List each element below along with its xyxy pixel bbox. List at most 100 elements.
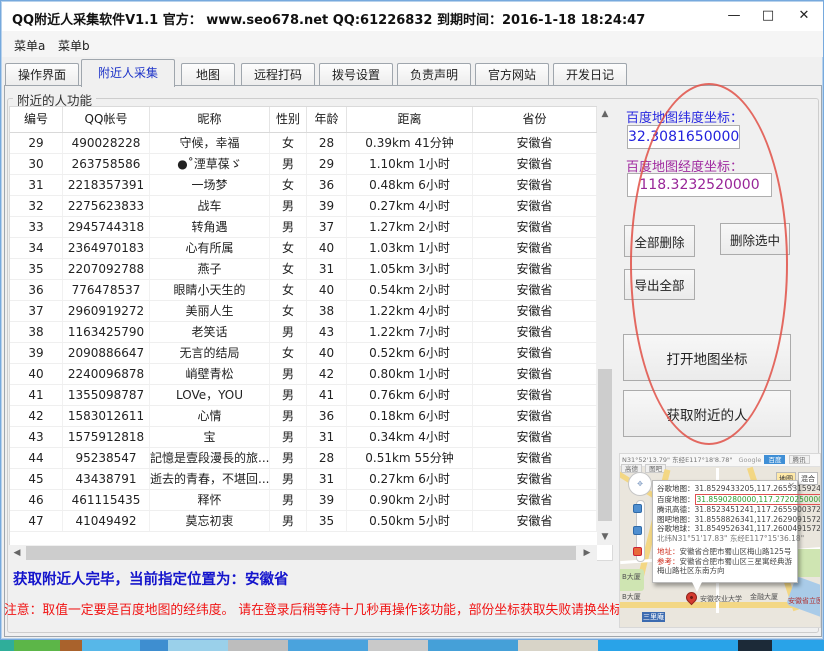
table-cell: 安徽省 <box>473 175 597 195</box>
table-cell: 2207092788 <box>63 259 150 279</box>
tab-remote-captcha[interactable]: 远程打码 <box>241 63 315 86</box>
close-button[interactable]: ✕ <box>790 4 818 28</box>
scroll-right-icon[interactable]: ▶ <box>579 545 595 561</box>
maximize-button[interactable]: □ <box>754 4 782 28</box>
delete-all-button[interactable]: 全部删除 <box>624 225 695 257</box>
table-cell: 女 <box>270 301 307 321</box>
table-cell: 0.18km 6小时 <box>347 406 473 426</box>
table-row[interactable]: 4741049492莫忘初衷男350.50km 5小时安徽省 <box>10 511 612 532</box>
table-row[interactable]: 36776478537眼睛小天生的女400.54km 2小时安徽省 <box>10 280 612 301</box>
tab-official-site[interactable]: 官方网站 <box>475 63 549 86</box>
tab-dev-diary[interactable]: 开发日记 <box>553 63 627 86</box>
table-cell: 0.39km 41分钟 <box>347 133 473 153</box>
minimize-button[interactable]: — <box>720 4 748 28</box>
map-pan-control[interactable]: ✥ <box>628 472 652 496</box>
hscrollbar-thumb[interactable] <box>26 546 576 560</box>
google-logo: Google <box>738 456 761 464</box>
table-cell: 0.51km 55分钟 <box>347 448 473 468</box>
table-row[interactable]: 381163425790老笑话男431.22km 7小时安徽省 <box>10 322 612 343</box>
table-cell: 0.50km 5小时 <box>347 511 473 531</box>
table-row[interactable]: 30263758586●˚湮草葆ゞ男291.10km 1小时安徽省 <box>10 154 612 175</box>
table-row[interactable]: 4543438791逝去的青春，不堪回...男310.27km 6小时安徽省 <box>10 469 612 490</box>
map-label-tower: B大厦 <box>622 592 641 602</box>
table-row[interactable]: 46461115435释怀男390.90km 2小时安徽省 <box>10 490 612 511</box>
popup-coord-line: 谷歌地图：31.8529433205,117.2655315924 <box>657 484 793 494</box>
map-label-sanlian: 三里庵 <box>642 612 665 622</box>
get-nearby-button[interactable]: 获取附近的人 <box>623 390 791 437</box>
tab-operation-ui[interactable]: 操作界面 <box>5 63 79 86</box>
table-cell: 40 <box>10 364 63 384</box>
table-row[interactable]: 322275623833战车男390.27km 4小时安徽省 <box>10 196 612 217</box>
menu-item-b[interactable]: 菜单b <box>52 35 96 56</box>
table-cell: 安徽省 <box>473 322 597 342</box>
tab-map[interactable]: 地图 <box>181 63 235 86</box>
table-cell: 女 <box>270 343 307 363</box>
column-header[interactable]: 距离 <box>347 107 473 132</box>
table-cell: 安徽省 <box>473 385 597 405</box>
column-header[interactable]: 省份 <box>473 107 597 132</box>
table-cell: 安徽省 <box>473 448 597 468</box>
map-source-tencent[interactable]: 腾讯 <box>789 455 810 464</box>
delete-selected-button[interactable]: 删除选中 <box>720 223 790 255</box>
table-cell: 1575912818 <box>63 427 150 447</box>
taskbar-strip[interactable] <box>0 640 824 651</box>
table-cell: 461115435 <box>63 490 150 510</box>
map-thumbnail[interactable]: N31°52'13.79" 东经E117°18'8.78" Google 百度 … <box>619 453 821 628</box>
table-row[interactable]: 431575912818宝男310.34km 4小时安徽省 <box>10 427 612 448</box>
table-row[interactable]: 29490028228守候，幸福女280.39km 41分钟安徽省 <box>10 133 612 154</box>
table-cell: 31 <box>307 259 347 279</box>
popup-close-icon[interactable]: × <box>787 481 795 491</box>
map-source-baidu[interactable]: 百度 <box>764 455 785 464</box>
table-cell: 42 <box>307 364 347 384</box>
table-cell: 32 <box>10 196 63 216</box>
table-cell: 263758586 <box>63 154 150 174</box>
table-row[interactable]: 332945744318转角遇男371.27km 2小时安徽省 <box>10 217 612 238</box>
table-cell: 31 <box>307 469 347 489</box>
title-bar[interactable]: QQ附近人采集软件V1.1 官方： www.seo678.net QQ:6122… <box>2 2 823 31</box>
table-row[interactable]: 342364970183心有所属女401.03km 1小时安徽省 <box>10 238 612 259</box>
column-header[interactable]: 昵称 <box>150 107 270 132</box>
vscrollbar-thumb[interactable] <box>598 369 612 521</box>
map-label-building: 金融大厦 <box>750 592 778 602</box>
table-row[interactable]: 411355098787LOVe，YOU男410.76km 6小时安徽省 <box>10 385 612 406</box>
tab-disclaimer[interactable]: 负责声明 <box>397 63 471 86</box>
table-row[interactable]: 421583012611心情男360.18km 6小时安徽省 <box>10 406 612 427</box>
column-header[interactable]: 编号 <box>10 107 63 132</box>
column-header[interactable]: 性别 <box>270 107 307 132</box>
table-cell: 1.22km 7小时 <box>347 322 473 342</box>
open-map-coords-button[interactable]: 打开地图坐标 <box>623 334 791 381</box>
map-label-university: 安徽农业大学 <box>700 594 742 604</box>
table-cell: 安徽省 <box>473 511 597 531</box>
column-header[interactable]: QQ帐号 <box>63 107 150 132</box>
table-row[interactable]: 402240096878峭壁青松男420.80km 1小时安徽省 <box>10 364 612 385</box>
table-row[interactable]: 372960919272美丽人生女381.22km 4小时安徽省 <box>10 301 612 322</box>
lng-input[interactable]: 118.3232520000 <box>627 173 772 197</box>
table-cell: 39 <box>307 490 347 510</box>
table-cell: 46 <box>10 490 63 510</box>
table-cell: 安徽省 <box>473 133 597 153</box>
tab-nearby-collect[interactable]: 附近人采集 <box>81 59 175 87</box>
table-cell: 40 <box>307 280 347 300</box>
scroll-left-icon[interactable]: ◀ <box>9 545 25 561</box>
nearby-people-table[interactable]: 编号QQ帐号昵称性别年龄距离省份 29490028228守候，幸福女280.39… <box>9 106 613 561</box>
table-row[interactable]: 312218357391一场梦女360.48km 6小时安徽省 <box>10 175 612 196</box>
table-cell: 29 <box>10 133 63 153</box>
table-row[interactable]: 4495238547記憶是壹段漫長的旅...男280.51km 55分钟安徽省 <box>10 448 612 469</box>
scroll-down-icon[interactable]: ▼ <box>597 529 613 545</box>
table-row[interactable]: 392090886647无言的结局女400.52km 6小时安徽省 <box>10 343 612 364</box>
menu-item-a[interactable]: 菜单a <box>8 35 51 56</box>
table-cell: 女 <box>270 259 307 279</box>
window-title: QQ附近人采集软件V1.1 官方： www.seo678.net QQ:6122… <box>12 9 645 28</box>
table-cell: 38 <box>10 322 63 342</box>
lat-input[interactable]: 32.3081650000 <box>627 125 740 149</box>
table-header-row: 编号QQ帐号昵称性别年龄距离省份 <box>10 107 612 133</box>
table-cell: 2275623833 <box>63 196 150 216</box>
table-row[interactable]: 352207092788燕子女311.05km 3小时安徽省 <box>10 259 612 280</box>
table-cell: 男 <box>270 490 307 510</box>
tab-dial-settings[interactable]: 拨号设置 <box>319 63 393 86</box>
column-header[interactable]: 年龄 <box>307 107 347 132</box>
scroll-up-icon[interactable]: ▲ <box>597 106 613 122</box>
table-cell: 43 <box>307 322 347 342</box>
table-cell: 男 <box>270 511 307 531</box>
export-all-button[interactable]: 导出全部 <box>624 269 695 300</box>
